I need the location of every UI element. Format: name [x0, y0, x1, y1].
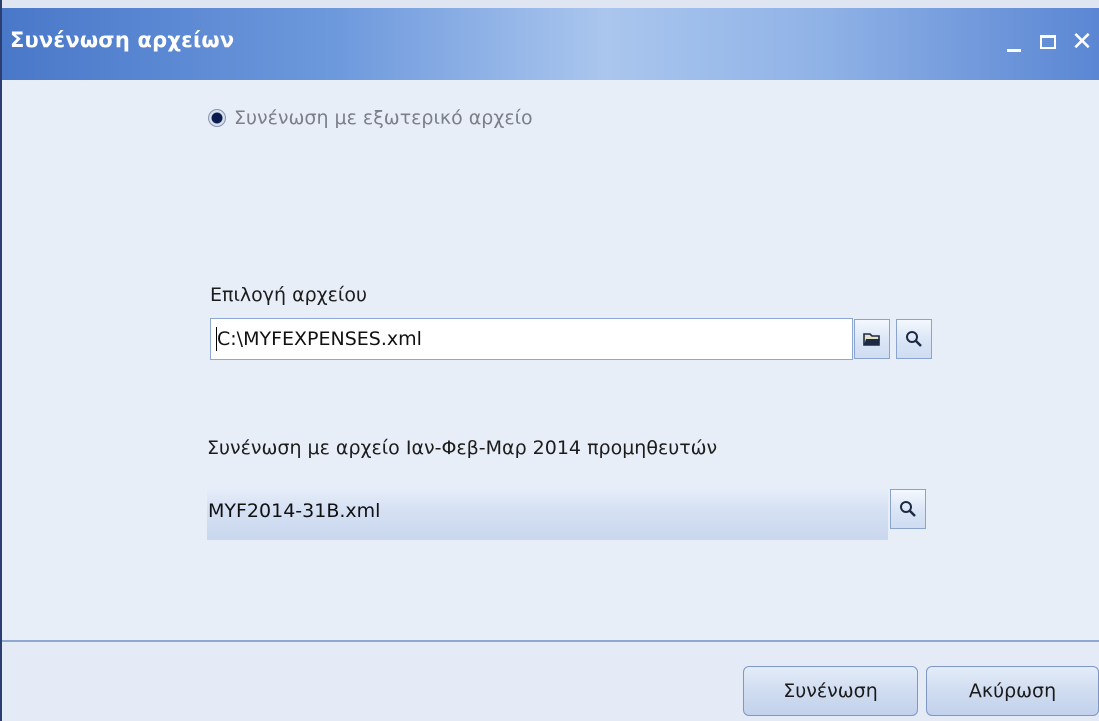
radio-label: Συνένωση με εξωτερικό αρχείο [234, 107, 533, 129]
text-caret [216, 327, 217, 351]
external-file-radio-option[interactable]: Συνένωση με εξωτερικό αρχείο [208, 107, 533, 129]
view-file-button[interactable] [896, 319, 932, 359]
window-title: Συνένωση αρχείων [10, 28, 235, 52]
magnifier-icon [906, 331, 922, 347]
cancel-button[interactable]: Ακύρωση [926, 666, 1099, 716]
merge-button[interactable]: Συνένωση [743, 666, 918, 716]
minimize-icon[interactable] [997, 24, 1031, 60]
dialog-footer: Συνένωση Ακύρωση [2, 640, 1099, 721]
folder-open-icon [863, 333, 880, 346]
magnifier-icon [900, 501, 916, 517]
window-controls: ✕ [997, 24, 1099, 64]
file-select-label: Επιλογή αρχείου [210, 284, 367, 306]
dialog-body: Συνένωση με εξωτερικό αρχείο Επιλογή αρχ… [2, 80, 1099, 640]
maximize-icon[interactable] [1031, 24, 1065, 60]
browse-folder-button[interactable] [854, 319, 890, 359]
radio-button-selected[interactable] [208, 109, 226, 127]
title-bar[interactable]: Συνένωση αρχείων ✕ [2, 0, 1099, 80]
merge-file-field: MYF2014-31B.xml [207, 488, 888, 540]
view-merge-file-button[interactable] [890, 489, 926, 529]
file-path-field-wrapper [210, 318, 853, 360]
merge-file-value: MYF2014-31B.xml [208, 500, 381, 522]
merge-with-label: Συνένωση με αρχείο Ιαν-Φεβ-Μαρ 2014 προμ… [207, 437, 718, 459]
merge-files-dialog: Συνένωση αρχείων ✕ Συνένωση με εξωτερικό… [0, 0, 1099, 721]
close-icon[interactable]: ✕ [1065, 24, 1099, 60]
file-path-input[interactable] [211, 319, 852, 359]
